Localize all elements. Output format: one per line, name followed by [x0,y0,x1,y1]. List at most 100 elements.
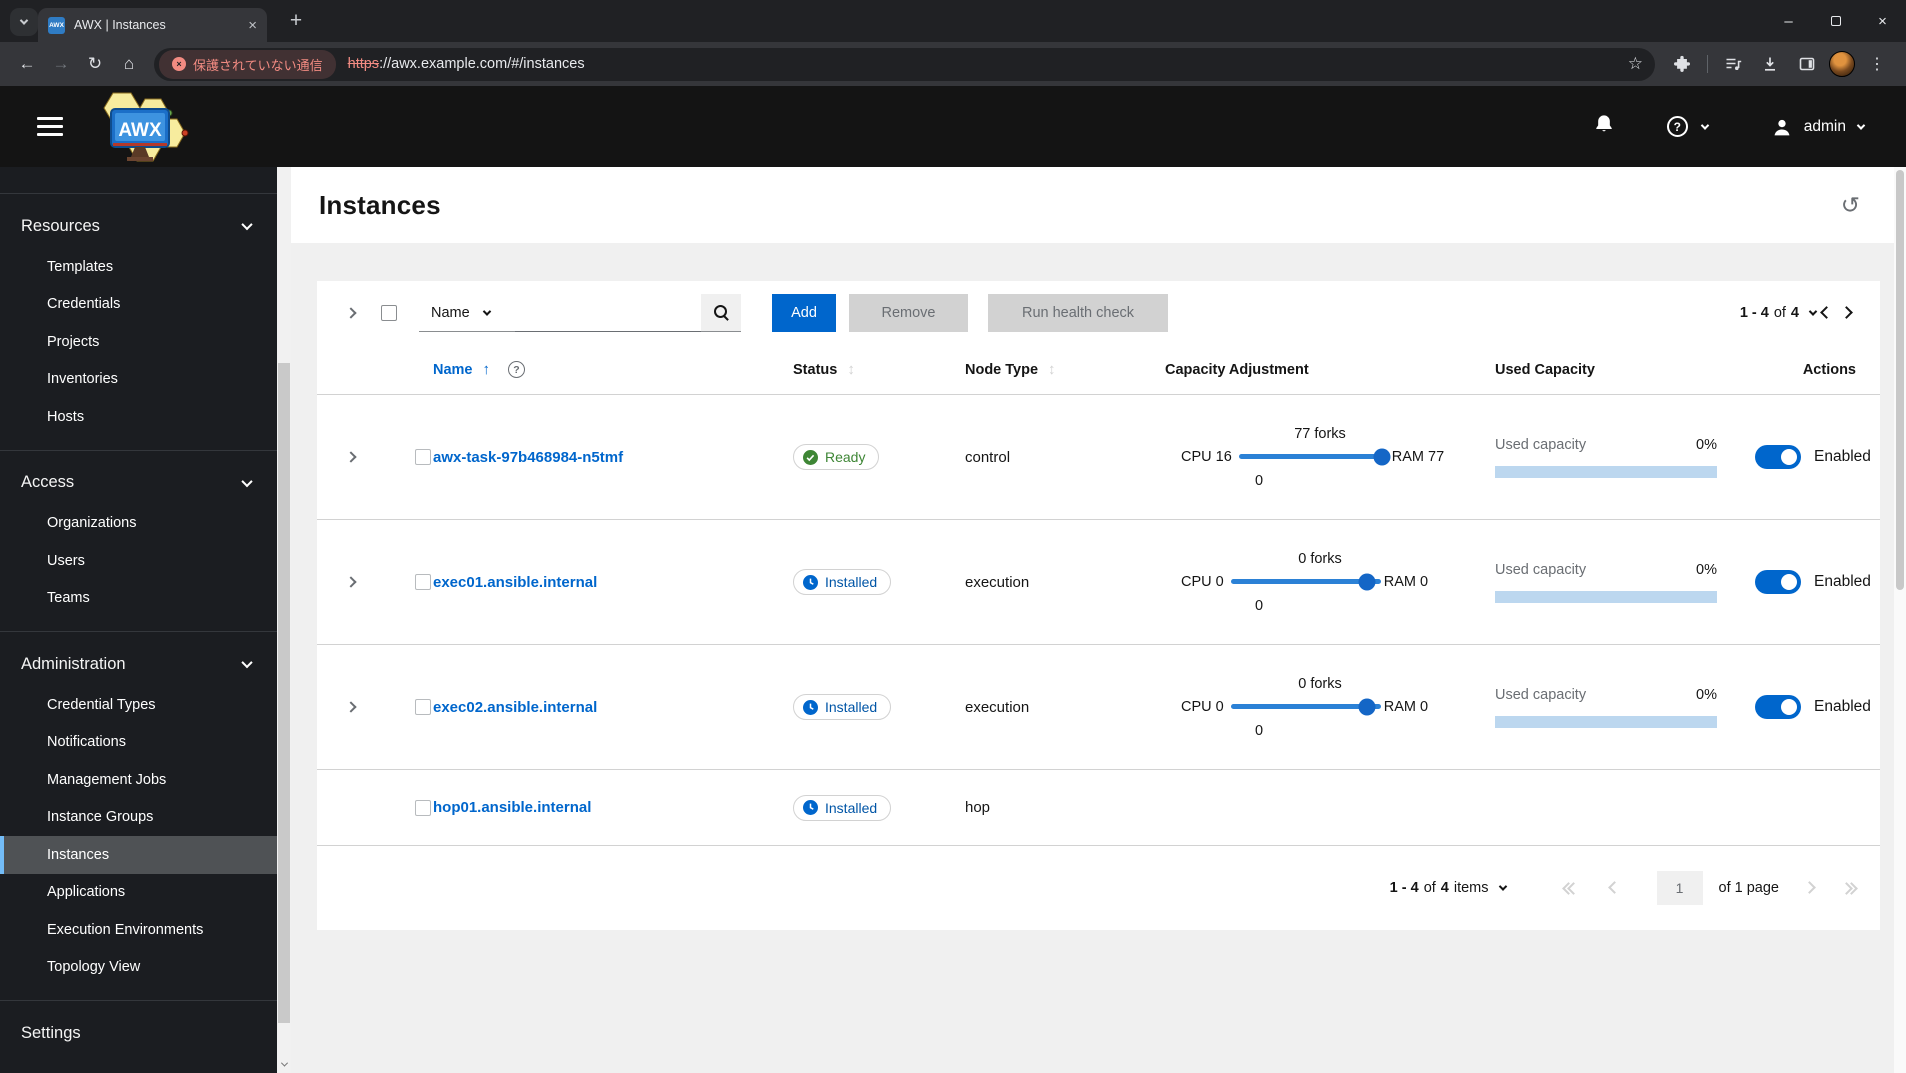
window-close-button[interactable]: × [1859,0,1906,42]
media-controls-icon[interactable] [1718,49,1748,79]
reload-icon[interactable]: ↻ [78,47,112,81]
filter-type-dropdown[interactable]: Name [419,294,515,332]
browser-profile-avatar[interactable] [1829,51,1855,77]
sidebar-nav: Resources Templates Credentials Projects… [0,167,277,1073]
extensions-icon[interactable] [1667,49,1697,79]
sidebar-item-users[interactable]: Users [0,542,277,580]
column-header-status[interactable]: Status ↕ [793,361,965,378]
pagination-menu-chevron-icon[interactable] [1498,882,1507,891]
expand-row-chevron-icon[interactable] [345,701,357,713]
sidebar-item-credential-types[interactable]: Credential Types [0,686,277,724]
page-number-input[interactable]: 1 [1656,871,1703,905]
used-capacity: Used capacity 0% [1495,562,1755,603]
expand-row-chevron-icon[interactable] [345,451,357,463]
instance-name-link[interactable]: exec02.ansible.internal [433,699,793,716]
slider-knob[interactable] [1358,698,1376,715]
sidebar-item-organizations[interactable]: Organizations [0,505,277,543]
window-maximize-button[interactable] [1812,0,1859,42]
not-secure-badge[interactable]: × 保護されていない通信 [159,49,336,79]
enabled-toggle[interactable] [1755,445,1801,469]
downloads-icon[interactable] [1755,49,1785,79]
browser-tab[interactable]: AWX AWX | Instances × [38,8,267,42]
remove-button[interactable]: Remove [849,294,968,332]
enabled-toggle[interactable] [1755,570,1801,594]
instance-name-link[interactable]: awx-task-97b468984-n5tmf [433,449,793,466]
first-page-button[interactable] [1561,881,1580,895]
node-type: execution [965,573,1030,591]
next-page-button[interactable] [1803,880,1816,896]
column-header-node-type[interactable]: Node Type ↕ [965,361,1165,378]
home-icon[interactable]: ⌂ [112,47,146,81]
sidebar-scrollbar-down-button[interactable] [277,1057,291,1071]
sidebar-scrollbar[interactable] [277,167,291,1073]
user-menu[interactable]: admin [1772,117,1866,137]
window-minimize-button[interactable]: – [1765,0,1812,42]
sidebar-item-templates[interactable]: Templates [0,248,277,286]
page-scrollbar[interactable] [1894,167,1906,1073]
sidebar-item-instances[interactable]: Instances [0,836,277,874]
search-icon [713,304,730,321]
sidebar-group-resources: Resources Templates Credentials Projects… [0,204,277,450]
new-tab-button[interactable]: + [282,7,310,35]
nav-toggle-hamburger-icon[interactable] [37,117,63,136]
sidebar-item-settings[interactable]: Settings [0,1011,277,1055]
help-menu[interactable]: ? [1666,116,1710,137]
history-icon[interactable]: ↺ [1841,193,1860,217]
sidebar-item-management-jobs[interactable]: Management Jobs [0,761,277,799]
row-checkbox[interactable] [415,449,431,465]
sidebar-item-credentials[interactable]: Credentials [0,286,277,324]
sidebar-group-administration: Administration Credential Types Notifica… [0,642,277,1000]
page-scrollbar-thumb[interactable] [1896,170,1904,590]
add-button[interactable]: Add [772,294,836,332]
previous-page-button[interactable] [1816,305,1833,321]
address-bar[interactable]: × 保護されていない通信 https://awx.example.com/#/i… [154,47,1655,81]
select-all-checkbox[interactable] [381,305,397,321]
instance-name-link[interactable]: hop01.ansible.internal [433,799,793,816]
row-checkbox[interactable] [415,574,431,590]
tab-close-icon[interactable]: × [248,18,257,33]
sidebar-item-projects[interactable]: Projects [0,323,277,361]
url-rest: ://awx.example.com/#/instances [379,56,585,72]
sidebar-item-execution-environments[interactable]: Execution Environments [0,911,277,949]
row-checkbox[interactable] [415,699,431,715]
sidebar-group-header-administration[interactable]: Administration [0,642,277,686]
window-controls: – × [1765,0,1906,42]
sidebar-group-header-resources[interactable]: Resources [0,204,277,248]
tab-search-button[interactable] [10,8,38,36]
previous-page-button[interactable] [1607,880,1621,896]
sidebar-item-topology-view[interactable]: Topology View [0,949,277,987]
back-icon[interactable]: ← [10,47,44,81]
chevron-down-icon [482,306,491,316]
expand-row-chevron-icon[interactable] [345,576,357,588]
column-header-name[interactable]: Name ↑ ? [433,361,793,378]
search-input[interactable] [515,294,701,332]
sidebar-item-hosts[interactable]: Hosts [0,398,277,436]
row-checkbox[interactable] [415,799,431,816]
side-panel-icon[interactable] [1792,49,1822,79]
sidebar-item-teams[interactable]: Teams [0,580,277,618]
notifications-bell-icon[interactable] [1593,113,1615,140]
sidebar-item-instance-groups[interactable]: Instance Groups [0,799,277,837]
sidebar-item-notifications[interactable]: Notifications [0,724,277,762]
capacity-slider[interactable] [1230,698,1381,715]
browser-menu-icon[interactable]: ⋮ [1862,49,1892,79]
next-page-button[interactable] [1836,305,1853,321]
capacity-slider[interactable] [1238,448,1391,465]
forward-icon[interactable]: → [44,47,78,81]
sidebar-scrollbar-thumb[interactable] [278,363,290,1023]
help-icon[interactable]: ? [508,361,525,378]
sidebar-item-inventories[interactable]: Inventories [0,361,277,399]
run-health-check-button[interactable]: Run health check [988,294,1168,332]
expand-all-chevron-icon[interactable] [345,307,357,319]
search-button[interactable] [701,294,741,332]
sidebar-item-applications[interactable]: Applications [0,874,277,912]
enabled-toggle[interactable] [1755,695,1801,719]
bookmark-star-icon[interactable]: ☆ [1628,54,1643,74]
last-page-button[interactable] [1840,881,1858,895]
slider-knob[interactable] [1373,448,1391,465]
sidebar-group-header-access[interactable]: Access [0,461,277,505]
instance-name-link[interactable]: exec01.ansible.internal [433,574,793,591]
awx-logo[interactable]: AWX [89,89,193,165]
slider-knob[interactable] [1358,573,1376,590]
capacity-slider[interactable] [1230,573,1381,590]
